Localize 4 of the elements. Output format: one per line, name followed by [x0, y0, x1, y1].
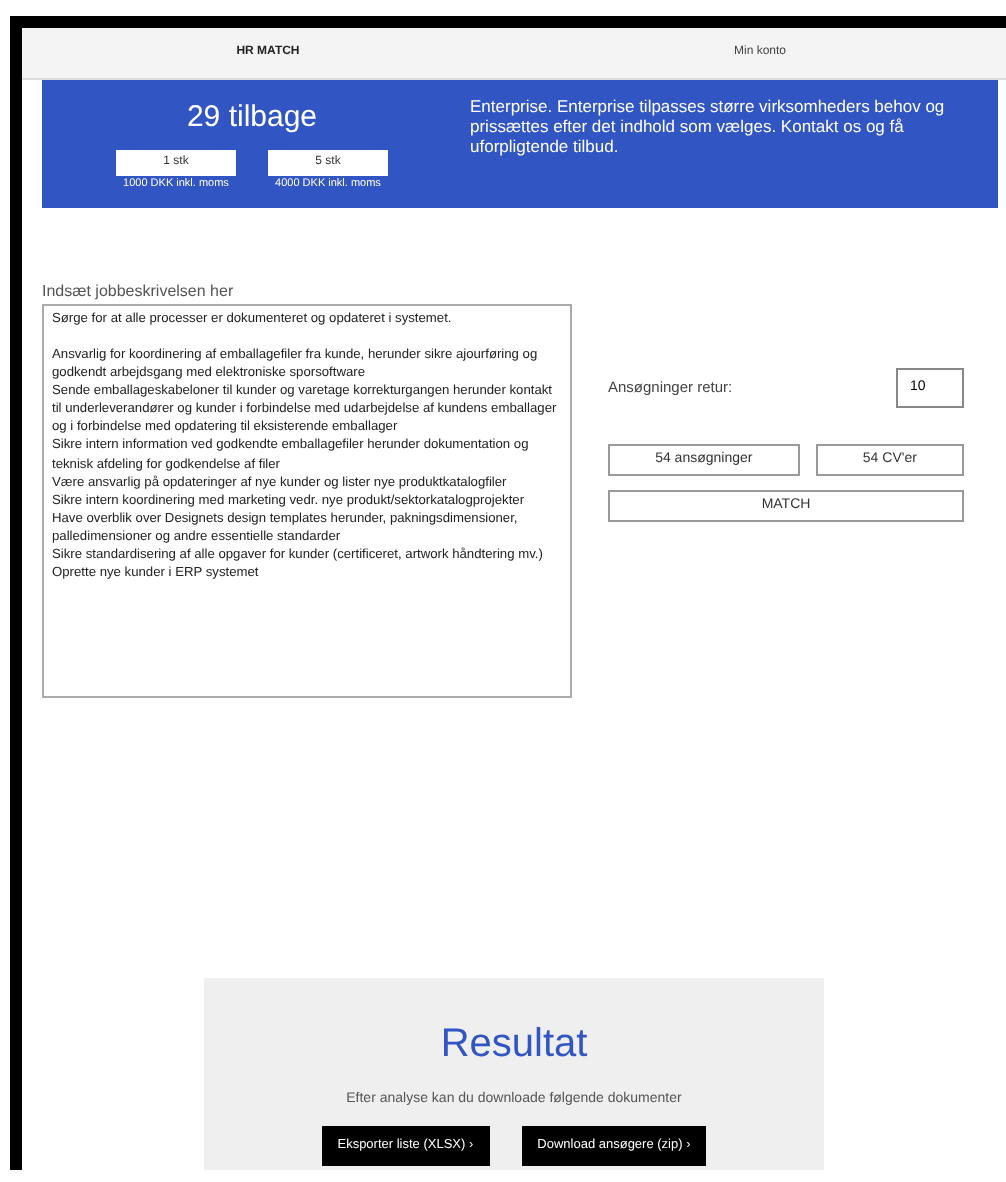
credits-remaining: 29 tilbage — [186, 98, 318, 138]
result-title: Resultat — [438, 1019, 590, 1070]
field-label: Indsæt jobbeskrivelsen her — [42, 279, 236, 304]
plan-description: Enterprise. Enterprise tilpasses større virksomheders behov og prissættes efter det indhold som vælges. Kontakt os og få uforpligtende tilbud. — [470, 96, 947, 161]
